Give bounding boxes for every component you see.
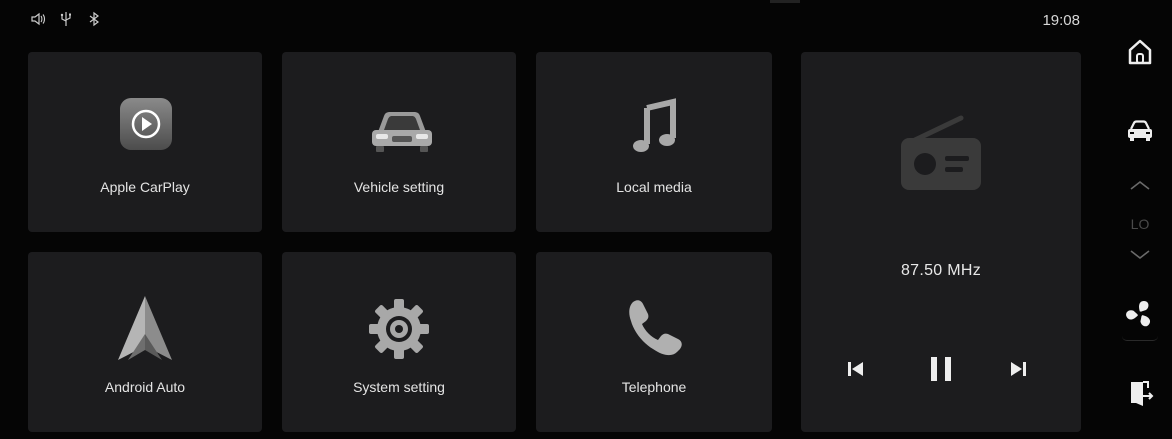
tile-telephone[interactable]: Telephone bbox=[536, 252, 772, 432]
home-button[interactable] bbox=[1124, 36, 1156, 68]
tile-label: Local media bbox=[616, 179, 692, 195]
radio-icon bbox=[895, 112, 987, 192]
previous-track-icon bbox=[848, 362, 863, 376]
chevron-up-icon bbox=[1130, 180, 1150, 190]
exit-icon bbox=[1131, 381, 1154, 406]
chevron-down-icon bbox=[1130, 250, 1150, 260]
car-button[interactable] bbox=[1124, 115, 1156, 147]
tile-system-setting[interactable]: System setting bbox=[282, 252, 516, 432]
tile-label: Vehicle setting bbox=[353, 179, 445, 195]
pause-button[interactable] bbox=[926, 354, 956, 384]
car-icon bbox=[1128, 120, 1152, 141]
temperature-down-button[interactable] bbox=[1128, 248, 1152, 262]
fan-indicator bbox=[1122, 336, 1158, 341]
volume-icon bbox=[30, 11, 46, 27]
phone-icon bbox=[619, 294, 689, 364]
status-bar: 19:08 bbox=[0, 6, 1100, 34]
android-auto-icon bbox=[110, 294, 180, 364]
tile-label: Apple CarPlay bbox=[100, 179, 190, 195]
radio-frequency: 87.50 MHz bbox=[900, 262, 982, 279]
radio-controls bbox=[801, 354, 1081, 388]
clock: 19:08 bbox=[1042, 12, 1080, 29]
carplay-icon bbox=[110, 94, 180, 164]
status-icons bbox=[30, 11, 102, 27]
car-front-icon bbox=[364, 94, 434, 164]
tile-label: Telephone bbox=[621, 379, 687, 395]
bluetooth-icon bbox=[86, 11, 102, 27]
right-sidebar: LO bbox=[1108, 0, 1172, 439]
tile-vehicle-setting[interactable]: Vehicle setting bbox=[282, 52, 516, 232]
radio-widget[interactable]: 87.50 MHz bbox=[801, 52, 1081, 432]
tile-label: System setting bbox=[353, 379, 445, 395]
head-unit-screen: 19:08 Apple CarPlay Vehicle setting Loca… bbox=[0, 0, 1172, 439]
tile-local-media[interactable]: Local media bbox=[536, 52, 772, 232]
fan-icon bbox=[1126, 301, 1151, 327]
top-edge-marker bbox=[770, 0, 800, 3]
next-track-icon bbox=[1011, 362, 1026, 376]
tile-label: Android Auto bbox=[104, 379, 186, 395]
temperature-up-button[interactable] bbox=[1128, 178, 1152, 192]
next-track-button[interactable] bbox=[1003, 354, 1033, 384]
previous-track-button[interactable] bbox=[841, 354, 871, 384]
tile-android-auto[interactable]: Android Auto bbox=[28, 252, 262, 432]
pause-icon bbox=[931, 357, 951, 381]
gear-icon bbox=[364, 294, 434, 364]
home-icon bbox=[1128, 39, 1152, 65]
music-note-icon bbox=[619, 94, 689, 164]
fan-button[interactable] bbox=[1124, 298, 1156, 330]
exit-button[interactable] bbox=[1124, 378, 1156, 410]
usb-icon bbox=[58, 11, 74, 27]
temperature-level: LO bbox=[1130, 216, 1150, 232]
tile-apple-carplay[interactable]: Apple CarPlay bbox=[28, 52, 262, 232]
